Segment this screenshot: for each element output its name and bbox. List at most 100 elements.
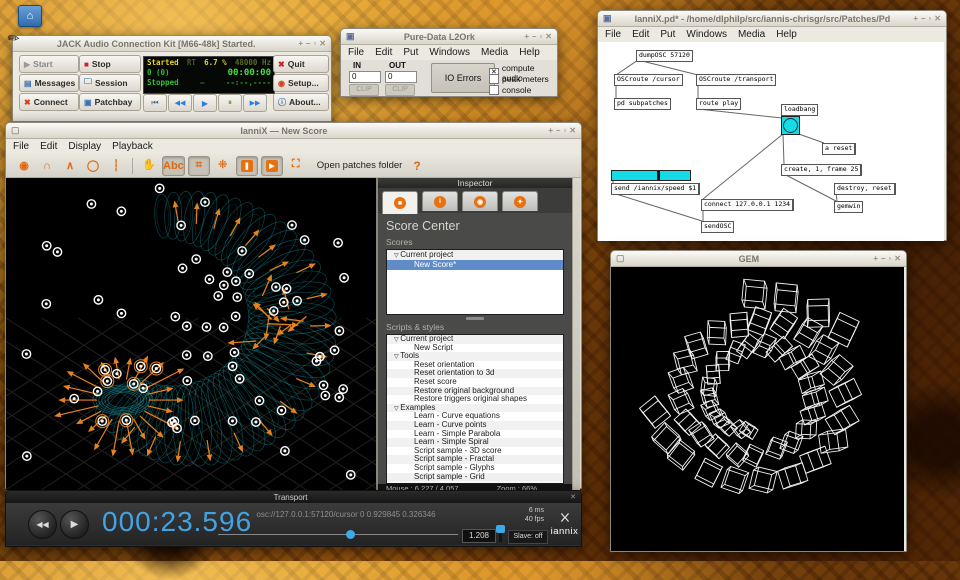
pd-msg-object[interactable]: create, 1, frame 25 [781,164,862,176]
window-button[interactable]: – [306,39,310,48]
window-button[interactable]: ▫ [888,254,891,263]
bang-object[interactable] [781,116,800,135]
slave-toggle[interactable]: Slave: off [508,530,548,544]
desktop-home-icon[interactable]: ⌂ [18,5,42,27]
menu-item[interactable]: Help [776,29,797,40]
pd-obj-object[interactable]: pd subpatches [614,98,671,110]
open-patches-folder-button[interactable]: Open patches folder [317,160,403,171]
clip-in-button[interactable]: CLIP [349,84,379,96]
pd-obj-object[interactable]: route play [696,98,741,110]
iannix-titlebar[interactable]: ▢ IanniX — New Score +–▫✕ [6,123,581,139]
menu-item[interactable]: Windows [429,47,470,58]
menu-item[interactable]: Windows [686,29,727,40]
inspector-tab[interactable]: ■ [382,191,418,214]
window-button[interactable]: ✕ [934,14,941,23]
toolbar-tool-icon[interactable]: ▶ [261,156,283,176]
list-item[interactable]: Current project [387,250,563,260]
menu-item[interactable]: Edit [375,47,392,58]
pause-button[interactable]: ⏸ [218,94,242,112]
window-button[interactable]: + [524,32,529,41]
timeline-slider-knob[interactable] [346,530,355,539]
menu-item[interactable]: Help [519,47,540,58]
window-button[interactable]: ✕ [545,32,552,41]
window-button[interactable]: ▫ [539,32,542,41]
patchbay-button[interactable]: ▣Patchbay [79,93,141,111]
rewind-button[interactable]: ◀◀ [28,510,57,539]
list-item[interactable]: Script sample - Grid [387,473,563,482]
window-button[interactable]: + [548,126,553,135]
rewind-button[interactable]: ◀◀ [168,94,192,112]
inspector-tab[interactable]: ✦ [502,191,538,211]
quit-button[interactable]: ✖Quit [273,55,329,73]
window-button[interactable]: ✕ [319,39,326,48]
pd-msg-object[interactable]: connect 127.0.0.1 1234 [701,199,794,211]
toolbar-tool-icon[interactable]: ∧ [60,157,80,175]
toolbar-tool-icon[interactable]: Abc [162,156,185,176]
toolbar-tool-icon[interactable]: ┆ [106,157,126,175]
hslider-object[interactable] [611,170,691,181]
window-button[interactable]: ▫ [928,14,931,23]
list-item[interactable]: New Score* [387,260,563,270]
window-button[interactable]: – [556,126,560,135]
window-button[interactable]: ▫ [313,39,316,48]
inspector-title[interactable]: Inspector [378,178,572,188]
patch-titlebar[interactable]: ▣ IanniX.pd* - /home/dlphilp/src/iannis-… [598,11,946,27]
score-canvas[interactable] [6,178,376,490]
pd-obj-object[interactable]: loadbang [781,104,818,116]
clip-out-button[interactable]: CLIP [385,84,415,96]
forward-button[interactable]: ▶▶ [243,94,267,112]
toolbar-tool-icon[interactable]: ◯ [83,157,103,175]
toolbar-tool-icon[interactable]: ∩ [37,157,57,175]
splitter-handle[interactable] [466,317,484,320]
pd-obj-object[interactable]: dumpOSC 57120 [636,50,693,62]
window-button[interactable]: ▫ [563,126,566,135]
io-errors-button[interactable]: IO Errors [431,63,495,93]
window-button[interactable]: – [532,32,536,41]
play-button[interactable]: ▶ [60,510,89,539]
inspector-tab[interactable]: i [422,191,458,211]
window-scrollbar[interactable] [572,178,580,490]
play-button[interactable]: ▶ [193,94,217,112]
menu-item[interactable]: Media [738,29,765,40]
toolbar-tool-icon[interactable]: ⌗ [188,156,210,176]
setup-button[interactable]: ◉Setup... [273,74,329,92]
rewind-to-start-button[interactable]: ⏮ [143,94,167,112]
menu-item[interactable]: Display [68,141,101,152]
menu-item[interactable]: Edit [632,29,649,40]
out-meter-value[interactable]: 0 [385,71,417,83]
menu-item[interactable]: Media [481,47,508,58]
menu-item[interactable]: Edit [40,141,57,152]
speed-slider-knob[interactable] [496,525,505,533]
pd-obj-object[interactable]: OSCroute /cursor [614,74,683,86]
window-button[interactable]: ✕ [569,126,576,135]
inspector-tab[interactable]: ◉ [462,191,498,211]
menu-item[interactable]: Put [660,29,675,40]
window-button[interactable]: – [881,254,885,263]
window-button[interactable]: ✕ [894,254,901,263]
toolbar-tool-icon[interactable]: ⁜ [213,156,233,174]
toolbar-tool-icon[interactable]: ◉ [14,157,34,175]
session-button[interactable]: 🗀Session [79,74,141,92]
toolbar-tool-icon[interactable]: ❚ [236,156,258,176]
menu-item[interactable]: Put [403,47,418,58]
menu-item[interactable]: File [348,47,364,58]
pd-checkbox[interactable]: peak meters [489,74,549,84]
pd-obj-object[interactable]: OSCroute /transport [696,74,776,86]
menu-item[interactable]: File [13,141,29,152]
connect-button[interactable]: ✖Connect [19,93,79,111]
pd-msg-object[interactable]: a reset [822,143,856,155]
menu-item[interactable]: Playback [112,141,153,152]
timeline-slider-track[interactable] [218,534,458,535]
pd-obj-object[interactable]: sendOSC [701,221,734,233]
pd-msg-object[interactable]: destroy, reset [834,183,896,195]
pd-titlebar[interactable]: ▣ Pure-Data L2Ork +–▫✕ [341,29,557,45]
speed-slider[interactable] [499,525,502,542]
stop-button[interactable]: ■Stop [79,55,141,73]
scores-list[interactable]: Current project New Score* [386,249,564,315]
gem-titlebar[interactable]: ▢ GEM +–▫✕ [611,251,906,267]
patch-canvas[interactable]: dumpOSC 57120 OSCroute /cursor OSCroute /t… [598,42,944,241]
menu-item[interactable]: File [605,29,621,40]
help-icon[interactable]: ? [413,159,420,173]
window-button[interactable]: – [921,14,925,23]
scripts-list[interactable]: Current project New Script Tools Reset o… [386,334,564,484]
